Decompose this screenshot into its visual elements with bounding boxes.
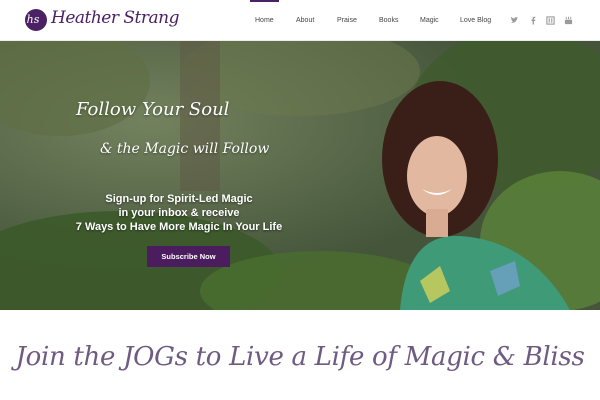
nav-praise[interactable]: Praise [337, 0, 357, 41]
logo-monogram: hs [26, 13, 40, 26]
signup-text-line2: in your inbox & receive [118, 207, 240, 219]
nav-home[interactable]: Home [250, 0, 279, 41]
goodreads-icon[interactable] [546, 16, 555, 25]
nav-about[interactable]: About [296, 0, 314, 41]
hero-headline-line2: & the Magic will Follow [100, 141, 270, 157]
hero-headline-line1: Follow Your Soul [76, 99, 230, 120]
signup-text-line1: Sign-up for Spirit-Led Magic [105, 193, 253, 205]
nav-books[interactable]: Books [379, 0, 398, 41]
site-logo[interactable]: hs Heather Strang [22, 6, 179, 36]
hero-banner: Follow Your Soul & the Magic will Follow… [0, 41, 600, 310]
signup-text-line3: 7 Ways to Have More Magic In Your Life [75, 221, 283, 233]
twitter-icon[interactable] [510, 16, 519, 25]
hero-photo [0, 41, 600, 310]
nav-love-blog[interactable]: Love Blog [460, 0, 491, 41]
nav-magic[interactable]: Magic [420, 0, 439, 41]
subscribe-now-button[interactable]: Subscribe Now [147, 246, 230, 267]
logo-text: Heather Strang [51, 8, 179, 28]
site-header: hs Heather Strang Home About Praise Book… [0, 0, 600, 41]
youtube-icon[interactable] [564, 16, 573, 25]
section-tagline: Join the JOGs to Live a Life of Magic & … [15, 342, 585, 372]
facebook-icon[interactable] [529, 16, 538, 25]
